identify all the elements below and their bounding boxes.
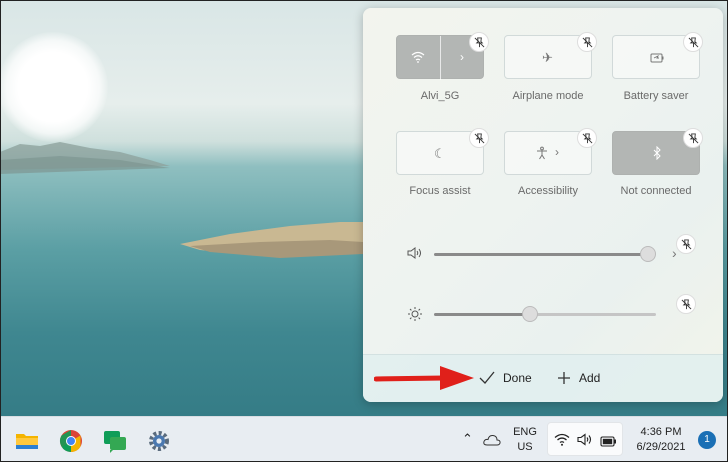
accessibility-label: Accessibility [518,185,578,197]
unpin-icon[interactable] [577,32,597,52]
volume-slider-thumb[interactable] [640,246,656,262]
done-button-label: Done [503,371,532,385]
language-line2: US [517,441,533,453]
clock-date: 6/29/2021 [636,441,686,453]
brightness-slider-track[interactable] [434,313,531,316]
bluetooth-icon [652,145,662,162]
unpin-icon[interactable] [469,128,489,148]
wifi-icon [411,51,425,65]
unpin-icon[interactable] [683,128,703,148]
unpin-icon[interactable] [469,32,489,52]
moon-icon: ☾ [434,146,446,161]
focus-assist-label: Focus assist [409,185,471,197]
language-indicator[interactable]: ENG US [510,425,540,455]
notification-badge[interactable]: 1 [698,431,716,449]
unpin-icon[interactable] [676,294,696,314]
taskbar: ⌃ ENG US 4:36 PM 6/29/2021 1 [0,416,728,462]
airplane-icon: ✈ [542,50,553,65]
battery-saver-label: Battery saver [623,90,689,102]
checkmark-icon [479,371,495,384]
chevron-right-icon[interactable]: › [555,146,559,159]
speaker-icon [577,433,593,451]
quick-settings-panel: › Alvi_5G ✈ Airplane mode Battery saver … [363,8,723,402]
chevron-up-icon[interactable]: ⌃ [462,431,473,447]
battery-saver-icon [650,52,664,65]
clock[interactable]: 4:36 PM 6/29/2021 [630,425,692,455]
brightness-slider-thumb[interactable] [522,306,539,322]
chevron-right-icon[interactable]: › [460,50,464,64]
plus-icon [558,372,570,384]
quick-settings-tray-button[interactable] [547,422,623,456]
tile-divider [440,36,441,80]
speaker-icon[interactable] [407,246,423,263]
battery-icon [600,434,617,452]
settings-icon[interactable] [147,429,171,453]
airplane-mode-label: Airplane mode [512,90,584,102]
volume-slider-track[interactable] [434,253,648,256]
chrome-icon[interactable] [59,429,83,453]
add-button[interactable]: Add [557,371,600,385]
add-button-label: Add [579,371,601,385]
file-explorer-icon[interactable] [15,429,39,453]
language-line1: ENG [513,426,537,438]
done-button[interactable]: Done [479,371,532,385]
google-chat-icon[interactable] [103,429,127,453]
unpin-icon[interactable] [676,234,696,254]
wifi-tile-label: Alvi_5G [420,90,460,102]
bluetooth-label: Not connected [620,185,692,197]
wallpaper-sun [0,32,108,142]
unpin-icon[interactable] [577,128,597,148]
onedrive-icon[interactable] [483,433,501,451]
brightness-icon [407,306,423,325]
unpin-icon[interactable] [683,32,703,52]
accessibility-icon [535,146,549,162]
wifi-icon [554,433,570,451]
brightness-slider-rest[interactable] [530,313,656,316]
annotation-arrow [374,366,474,390]
clock-time: 4:36 PM [640,426,682,438]
